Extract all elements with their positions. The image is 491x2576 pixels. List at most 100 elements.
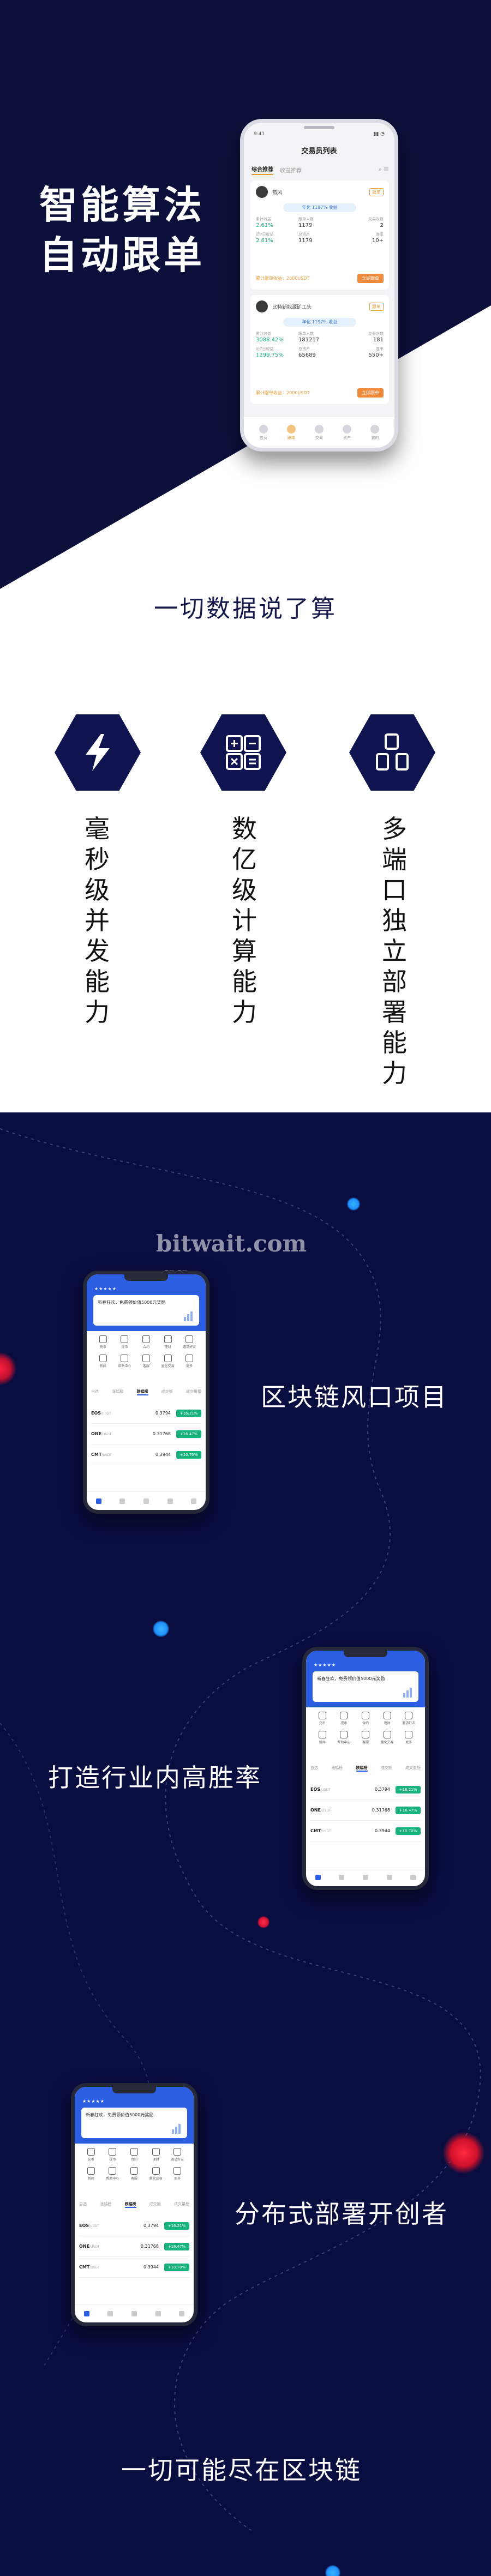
promo-banner[interactable]: 新春狂欢，免费领价值5000元奖励 (313, 1671, 418, 1702)
nav-icon[interactable] (131, 2310, 137, 2316)
market-row[interactable]: CMT/USDT 0.3944 +10.70% (79, 2257, 189, 2278)
nav-icon[interactable] (119, 1498, 125, 1504)
quick-action[interactable]: 帮助中心 (102, 2167, 124, 2181)
trader-card[interactable]: 比特新能源矿工头 跟单 年化 1197% 收益 累计收益 3088.42% 跟单人… (250, 295, 389, 404)
promo-banner[interactable]: 新春狂欢，免费领价值5000元奖励 (81, 2108, 187, 2138)
tab-turnover[interactable]: 成交额 (161, 1389, 173, 1395)
tab-gainers[interactable]: 涨幅榜 (331, 1765, 343, 1772)
follow-now-button[interactable]: 立即跟单 (357, 388, 384, 398)
trader-card-footer: 累计跟单收益：2000USDT 立即跟单 (256, 388, 384, 398)
tab-favorites[interactable]: 自选 (79, 2201, 87, 2208)
nav-assets[interactable]: 资产 (343, 424, 352, 441)
quick-action[interactable]: 更多 (178, 1355, 200, 1368)
tab-turnover[interactable]: 成交额 (149, 2201, 161, 2208)
quick-action[interactable]: 理财 (157, 1335, 179, 1349)
phone-header: ★★★★★ 新春狂欢，免费领价值5000元奖励 (87, 1274, 206, 1331)
quick-action[interactable]: 邀请好友 (166, 2148, 188, 2162)
quick-action[interactable]: 客服 (123, 2167, 145, 2181)
follow-now-button[interactable]: 立即跟单 (357, 274, 384, 283)
trader-card[interactable]: 箭风 跟单 年化 1197% 收益 累计收益 2.61% 跟单人数 1179 交易次… (250, 180, 389, 290)
tab-gainers[interactable]: 涨幅榜 (112, 1389, 123, 1395)
nav-icon[interactable] (143, 1498, 149, 1504)
search-menu-icon[interactable]: ⌕ ☰ (378, 166, 389, 173)
tab-volume[interactable]: 成交量榜 (186, 1389, 201, 1395)
market-row[interactable]: EOS/USDT 0.3794 +16.21% (310, 1779, 421, 1800)
stat-cell: 跟单人数 181217 (298, 332, 320, 343)
quick-action[interactable]: 充币 (80, 2148, 102, 2162)
market-row[interactable]: ONE/USDT 0.31768 +16.47% (79, 2236, 189, 2257)
nav-icon[interactable] (315, 1874, 321, 1880)
glow-dot-blue (325, 2565, 340, 2576)
follow-tag[interactable]: 跟单 (369, 302, 384, 311)
nav-icon[interactable] (83, 2310, 89, 2316)
tab-losers[interactable]: 跌幅榜 (356, 1765, 368, 1772)
quick-action[interactable]: 量化交易 (376, 1731, 398, 1744)
tab-volume[interactable]: 成交量榜 (174, 2201, 189, 2208)
market-row[interactable]: EOS/USDT 0.3794 +16.21% (79, 2216, 189, 2236)
quick-action[interactable]: 更多 (398, 1731, 420, 1744)
nav-home[interactable]: 首页 (259, 424, 268, 441)
quick-action[interactable]: 邀请好友 (178, 1335, 200, 1349)
rating-stars: ★★★★★ (82, 2099, 105, 2104)
quick-action[interactable]: 提币 (102, 2148, 124, 2162)
nav-icon[interactable] (339, 1874, 345, 1880)
quick-action[interactable]: 帮助中心 (333, 1731, 355, 1744)
quick-action[interactable]: 新闻 (312, 1731, 333, 1744)
app-phone-mockup: ★★★★★ 新春狂欢，免费领价值5000元奖励 充币 提币 合约 理财 邀请好友… (83, 1271, 209, 1514)
tab-recommended[interactable]: 综合推荐 (252, 165, 273, 175)
page: 智能算法 自动跟单 9:41 ▮▮ ◔ 交易员列表 综合推荐 收益推荐 ⌕ ☰ … (0, 0, 491, 2576)
quick-action[interactable]: 客服 (135, 1355, 157, 1368)
nav-icon[interactable] (362, 1874, 368, 1880)
market-list: EOS/USDT 0.3794 +16.21% ONE/USDT 0.31768 +16… (79, 2216, 189, 2278)
tab-turnover[interactable]: 成交额 (381, 1765, 392, 1772)
quick-action[interactable]: 充币 (312, 1712, 333, 1725)
nav-trade[interactable]: 交易 (314, 424, 324, 441)
market-row[interactable]: EOS/USDT 0.3794 +16.21% (91, 1403, 201, 1424)
tab-profit[interactable]: 收益推荐 (280, 166, 302, 174)
quick-action[interactable]: 量化交易 (157, 1355, 179, 1368)
promo-banner[interactable]: 新春狂欢，免费领价值5000元奖励 (93, 1295, 199, 1326)
tab-favorites[interactable]: 自选 (91, 1389, 99, 1395)
quick-action[interactable]: 帮助中心 (114, 1355, 136, 1368)
market-row[interactable]: ONE/USDT 0.31768 +16.47% (310, 1800, 421, 1821)
tab-favorites[interactable]: 自选 (310, 1765, 318, 1772)
quick-actions-grid: 充币 提币 合约 理财 邀请好友 新闻 帮助中心 客服 量化交易 更多 (312, 1712, 420, 1744)
market-row[interactable]: CMT/USDT 0.3944 +10.70% (310, 1821, 421, 1841)
multi-device-icon (376, 733, 409, 771)
quick-action[interactable]: 新闻 (92, 1355, 114, 1368)
market-row[interactable]: CMT/USDT 0.3944 +10.70% (91, 1445, 201, 1465)
tab-volume[interactable]: 成交量榜 (405, 1765, 421, 1772)
stat-cell: 交易次数 181 (368, 332, 384, 343)
quick-action[interactable]: 更多 (166, 2167, 188, 2181)
nav-icon[interactable] (386, 1874, 392, 1880)
stat-cell: 交易次数 2 (368, 217, 384, 228)
nav-icon[interactable] (155, 2310, 161, 2316)
quick-action[interactable]: 邀请好友 (398, 1712, 420, 1725)
nav-icon[interactable] (95, 1498, 101, 1504)
quick-action[interactable]: 充币 (92, 1335, 114, 1349)
tab-losers[interactable]: 跌幅榜 (124, 2201, 136, 2208)
quick-action[interactable]: 理财 (145, 2148, 167, 2162)
tab-gainers[interactable]: 涨幅榜 (100, 2201, 111, 2208)
nav-icon[interactable] (167, 1498, 173, 1504)
quick-action[interactable]: 合约 (135, 1335, 157, 1349)
nav-icon[interactable] (107, 2310, 113, 2316)
nav-copy-trade[interactable]: 跟单 (286, 424, 296, 441)
nav-profile[interactable]: 我的 (370, 424, 380, 441)
feature-text-deployment: 多端口独立部署能力 (382, 814, 407, 1088)
hero-section: 智能算法 自动跟单 9:41 ▮▮ ◔ 交易员列表 综合推荐 收益推荐 ⌕ ☰ … (0, 0, 491, 589)
quick-action[interactable]: 合约 (355, 1712, 376, 1725)
quick-action[interactable]: 提币 (333, 1712, 355, 1725)
market-row[interactable]: ONE/USDT 0.31768 +16.47% (91, 1424, 201, 1445)
quick-action[interactable]: 理财 (376, 1712, 398, 1725)
quick-action[interactable]: 提币 (114, 1335, 136, 1349)
nav-icon[interactable] (191, 1498, 197, 1504)
quick-action[interactable]: 量化交易 (145, 2167, 167, 2181)
follow-tag[interactable]: 跟单 (369, 188, 384, 196)
tab-losers[interactable]: 跌幅榜 (136, 1389, 148, 1395)
quick-action[interactable]: 客服 (355, 1731, 376, 1744)
nav-icon[interactable] (179, 2310, 185, 2316)
nav-icon[interactable] (410, 1874, 416, 1880)
quick-action[interactable]: 新闻 (80, 2167, 102, 2181)
quick-action[interactable]: 合约 (123, 2148, 145, 2162)
